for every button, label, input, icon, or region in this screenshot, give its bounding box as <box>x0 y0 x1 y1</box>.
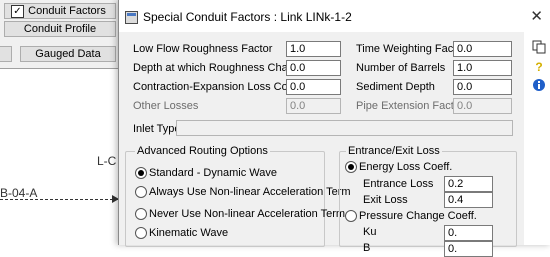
routing-radio-kinematic[interactable] <box>135 227 147 239</box>
routing-radio-always-nonlinear[interactable] <box>135 186 147 198</box>
close-icon[interactable]: ✕ <box>530 7 543 25</box>
gauged-data-label: Gauged Data <box>35 48 101 60</box>
map-link-label: B-04-A <box>0 186 38 200</box>
inlet-type-label: Inlet Type <box>133 123 181 135</box>
time-weighting-label: Time Weighting Factor <box>356 43 467 55</box>
side-tool-strip: ? <box>524 32 550 245</box>
other-losses-label: Other Losses <box>133 100 199 112</box>
routing-radio-standard[interactable] <box>135 167 147 179</box>
background-toolbar-panel: ✓ Conduit Factors Conduit Profile Gauged… <box>0 0 119 69</box>
entrance-exit-title: Entrance/Exit Loss <box>346 145 442 157</box>
energy-loss-radio[interactable] <box>345 161 357 173</box>
depth-change-input[interactable]: 0.0 <box>286 60 341 76</box>
routing-option-never-nonlinear[interactable]: Never Use Non-linear Acceleration Term <box>149 208 345 220</box>
dialog-titlebar[interactable]: Special Conduit Factors : Link LINk-1-2 … <box>119 0 550 32</box>
conduit-factors-label: Conduit Factors <box>28 5 106 17</box>
routing-option-standard[interactable]: Standard - Dynamic Wave <box>149 167 277 179</box>
exit-loss-input[interactable]: 0.4 <box>444 192 493 208</box>
ku-input[interactable]: 0. <box>444 225 493 241</box>
ku-label: Ku <box>363 226 377 238</box>
map-node-label: L-C <box>97 154 117 168</box>
contraction-label: Contraction-Expansion Loss Coeff. <box>133 81 303 93</box>
pipe-extension-label: Pipe Extension Factor <box>356 100 464 112</box>
conduit-profile-label: Conduit Profile <box>23 23 97 35</box>
info-icon[interactable] <box>532 78 546 95</box>
window-icon <box>125 11 138 24</box>
b-label: B <box>363 242 371 254</box>
inlet-type-select[interactable] <box>176 120 513 136</box>
routing-option-kinematic[interactable]: Kinematic Wave <box>149 227 228 239</box>
conduit-factors-button[interactable]: ✓ Conduit Factors <box>4 3 116 19</box>
sediment-depth-label: Sediment Depth <box>356 81 435 93</box>
b-input[interactable]: 0. <box>444 241 493 257</box>
help-icon[interactable]: ? <box>532 60 546 74</box>
low-flow-input[interactable]: 1.0 <box>286 41 341 57</box>
num-barrels-input[interactable]: 1.0 <box>453 60 512 76</box>
pipe-extension-input[interactable]: 0.0 <box>453 98 512 114</box>
map-link-line[interactable] <box>0 199 118 200</box>
gauged-data-button[interactable]: Gauged Data <box>20 46 116 62</box>
dialog-client: Low Flow Roughness Factor 1.0 Depth at w… <box>119 32 550 257</box>
exit-loss-label: Exit Loss <box>363 194 408 206</box>
sediment-depth-input[interactable]: 0.0 <box>453 79 512 95</box>
conduit-factors-checkbox[interactable]: ✓ <box>11 5 24 18</box>
energy-loss-option[interactable]: Energy Loss Coeff. <box>359 161 452 173</box>
copy-icon[interactable] <box>532 40 546 57</box>
conduit-profile-button[interactable]: Conduit Profile <box>4 21 116 37</box>
routing-option-always-nonlinear[interactable]: Always Use Non-linear Acceleration Term <box>149 186 351 198</box>
other-losses-input[interactable]: 0.0 <box>286 98 341 114</box>
entrance-loss-input[interactable]: 0.2 <box>444 176 493 192</box>
routing-radio-never-nonlinear[interactable] <box>135 208 147 220</box>
depth-change-label: Depth at which Roughness Changes <box>133 62 312 74</box>
low-flow-label: Low Flow Roughness Factor <box>133 43 273 55</box>
time-weighting-input[interactable]: 0.0 <box>453 41 512 57</box>
pressure-change-radio[interactable] <box>345 210 357 222</box>
pressure-change-option[interactable]: Pressure Change Coeff. <box>359 210 477 222</box>
special-conduit-factors-dialog: Special Conduit Factors : Link LINk-1-2 … <box>118 0 550 257</box>
entrance-loss-label: Entrance Loss <box>363 178 434 190</box>
routing-options-title: Advanced Routing Options <box>135 145 270 157</box>
num-barrels-label: Number of Barrels <box>356 62 446 74</box>
contraction-input[interactable]: 0.0 <box>286 79 341 95</box>
left-cut-button[interactable] <box>0 46 12 62</box>
dialog-title: Special Conduit Factors : Link LINk-1-2 <box>143 10 352 24</box>
